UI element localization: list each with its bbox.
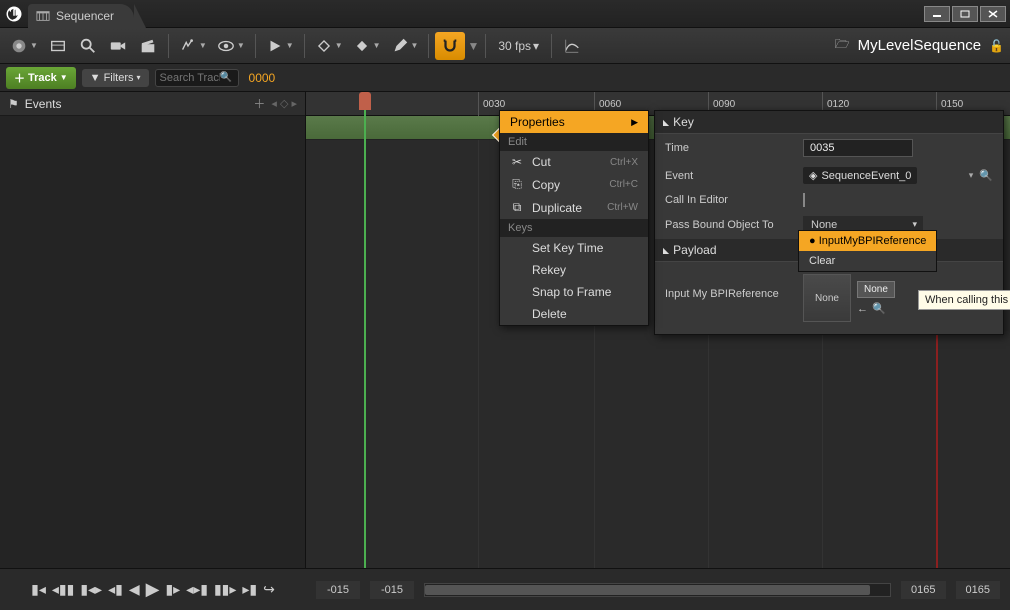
fps-label: 30 fps bbox=[498, 39, 531, 53]
working-range-end[interactable]: 0165 bbox=[956, 581, 1000, 599]
menu-item-rekey[interactable]: Rekey bbox=[500, 259, 648, 281]
window-maximize-button[interactable] bbox=[952, 6, 978, 22]
copy-icon: ⎘ bbox=[510, 177, 524, 192]
dropdown-option-inputmybpireference[interactable]: InputMyBPIReference bbox=[799, 231, 936, 251]
menu-item-delete[interactable]: Delete bbox=[500, 303, 648, 325]
menu-item-set-key-time[interactable]: Set Key Time bbox=[500, 237, 648, 259]
sequence-name[interactable]: MyLevelSequence bbox=[858, 37, 981, 54]
view-range-start[interactable]: -015 bbox=[370, 581, 414, 599]
menu-item-properties[interactable]: Properties ▶ bbox=[500, 111, 648, 133]
menu-item-duplicate[interactable]: ⧉DuplicateCtrl+W bbox=[500, 196, 648, 219]
menu-item-copy[interactable]: ⎘CopyCtrl+C bbox=[500, 173, 648, 196]
curve-editor-button[interactable] bbox=[558, 32, 586, 60]
asset-thumbnail[interactable]: None bbox=[803, 274, 851, 322]
time-input[interactable] bbox=[803, 139, 913, 157]
add-track-button[interactable]: ＋Track▼ bbox=[6, 67, 76, 89]
event-label: Event bbox=[665, 170, 795, 182]
function-icon: ◈ bbox=[809, 169, 817, 182]
play-button[interactable]: ▼ bbox=[262, 32, 298, 60]
sequencer-tab-icon bbox=[36, 9, 50, 23]
search-tracks-input[interactable]: 🔍 bbox=[155, 69, 239, 87]
time-label: Time bbox=[665, 142, 795, 154]
dropdown-option-clear[interactable]: Clear bbox=[799, 251, 936, 271]
ue-logo-icon bbox=[0, 0, 28, 28]
search-icon: 🔍 bbox=[220, 72, 232, 83]
tab-title: Sequencer bbox=[56, 9, 114, 23]
step-forward-key-button[interactable]: ▮▮▸ bbox=[214, 581, 236, 598]
timeline-range-scrollbar[interactable] bbox=[424, 583, 891, 597]
goto-end-button[interactable]: ▸▮ bbox=[242, 581, 257, 598]
track-row-events[interactable]: ⚑ Events ＋ ◂ ◇ ▸ bbox=[0, 92, 305, 116]
step-forward-button[interactable]: ▮▸ bbox=[165, 581, 180, 598]
menu-label: Properties bbox=[510, 115, 565, 129]
view-options-button[interactable]: ▼ bbox=[213, 32, 249, 60]
pass-bound-dropdown-popup: InputMyBPIReference Clear bbox=[798, 230, 937, 272]
range-scroll-thumb[interactable] bbox=[425, 585, 870, 595]
window-minimize-button[interactable] bbox=[924, 6, 950, 22]
flag-icon: ⚑ bbox=[8, 97, 19, 111]
edit-mode-button[interactable]: ▼ bbox=[387, 32, 423, 60]
call-in-editor-checkbox[interactable] bbox=[803, 193, 805, 207]
pass-bound-label: Pass Bound Object To bbox=[665, 219, 795, 231]
menu-item-cut[interactable]: ✂CutCtrl+X bbox=[500, 151, 648, 173]
tooltip: When calling this bbox=[918, 290, 1010, 310]
keyframe-context-menu: Properties ▶ Edit ✂CutCtrl+X ⎘CopyCtrl+C… bbox=[499, 110, 649, 326]
lock-icon[interactable]: 🔓 bbox=[989, 39, 1004, 53]
call-in-editor-label: Call In Editor bbox=[665, 194, 795, 206]
search-button[interactable] bbox=[74, 32, 102, 60]
playhead[interactable] bbox=[364, 92, 366, 568]
step-back-key-button[interactable]: ◂▮▮ bbox=[52, 581, 74, 598]
payload-input-label: Input My BPIReference bbox=[665, 274, 795, 300]
director-button[interactable] bbox=[134, 32, 162, 60]
goto-start-button[interactable]: ▮◂ bbox=[31, 581, 46, 598]
duplicate-icon: ⧉ bbox=[510, 200, 524, 215]
event-dropdown-chevron[interactable]: ▾ bbox=[969, 170, 974, 181]
snap-toggle-button[interactable] bbox=[435, 32, 465, 60]
cut-icon: ✂ bbox=[510, 155, 524, 169]
event-reference[interactable]: ◈SequenceEvent_0 bbox=[803, 167, 917, 184]
fps-dropdown[interactable]: 30 fps▾ bbox=[492, 39, 545, 53]
browse-asset-icon[interactable]: 🔍 bbox=[872, 302, 886, 315]
filters-label: Filters bbox=[104, 72, 134, 84]
filters-button[interactable]: ▼Filters▾ bbox=[82, 69, 149, 87]
add-section-button[interactable]: ＋ bbox=[253, 95, 265, 112]
key-all-button[interactable]: ▼ bbox=[311, 32, 347, 60]
auto-key-button[interactable]: ▼ bbox=[349, 32, 385, 60]
working-range-start[interactable]: -015 bbox=[316, 581, 360, 599]
step-forward-pair-button[interactable]: ◂▸▮ bbox=[186, 581, 208, 598]
loop-button[interactable]: ↪ bbox=[263, 581, 275, 598]
payload-asset-dropdown[interactable]: None bbox=[857, 281, 895, 298]
use-selected-icon[interactable]: ← bbox=[857, 303, 868, 315]
render-button[interactable] bbox=[104, 32, 132, 60]
view-range-end[interactable]: 0165 bbox=[901, 581, 945, 599]
tab-sequencer[interactable]: Sequencer bbox=[28, 4, 134, 28]
add-track-label: Track bbox=[28, 72, 57, 84]
actions-button[interactable]: ▼ bbox=[175, 32, 211, 60]
play-forward-button[interactable]: ▶ bbox=[146, 579, 160, 600]
events-track-label: Events bbox=[25, 97, 248, 111]
step-back-pair-button[interactable]: ▮◂▸ bbox=[80, 581, 102, 598]
find-in-cb-button[interactable] bbox=[44, 32, 72, 60]
browse-icon[interactable]: 🔍 bbox=[979, 169, 993, 182]
step-back-button[interactable]: ◂▮ bbox=[108, 581, 123, 598]
menu-section-edit: Edit bbox=[500, 133, 648, 151]
search-tracks-field[interactable] bbox=[160, 72, 220, 84]
save-button[interactable]: ▼ bbox=[6, 32, 42, 60]
menu-section-keys: Keys bbox=[500, 219, 648, 237]
section-header-key[interactable]: Key bbox=[655, 111, 1003, 134]
window-close-button[interactable] bbox=[980, 6, 1006, 22]
play-reverse-button[interactable]: ◀ bbox=[129, 581, 140, 598]
current-frame-display[interactable]: 0000 bbox=[249, 71, 276, 85]
track-nudge-controls[interactable]: ◂ ◇ ▸ bbox=[271, 97, 297, 110]
breadcrumb-folder-icon[interactable]: 🗁 bbox=[835, 35, 850, 56]
menu-item-snap-to-frame[interactable]: Snap to Frame bbox=[500, 281, 648, 303]
